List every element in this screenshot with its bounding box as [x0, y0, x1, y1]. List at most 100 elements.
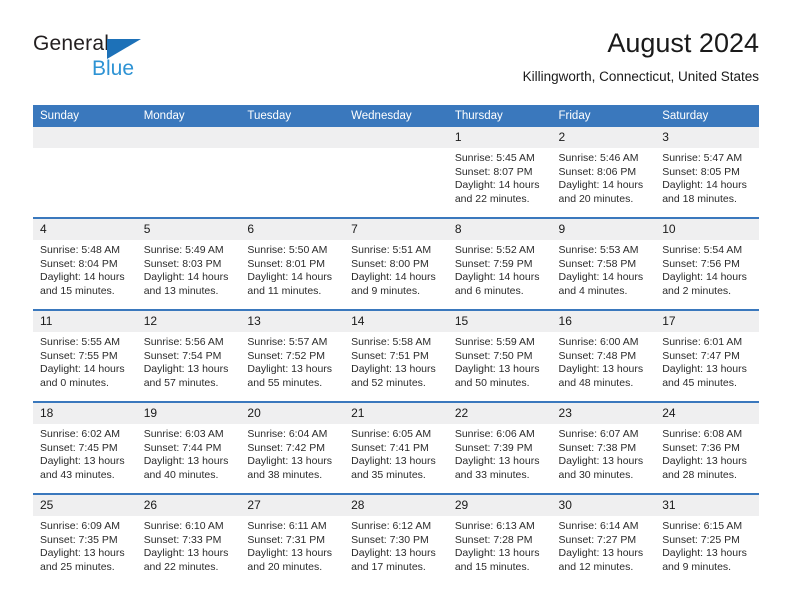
sunrise-text: Sunrise: 6:02 AM	[40, 428, 120, 440]
day-cell-inner: 17 Sunrise: 6:01 AM Sunset: 7:47 PM Dayligh…	[655, 311, 759, 401]
sunset-text: Sunset: 7:42 PM	[247, 441, 326, 454]
daylight-text: Daylight: 13 hours	[143, 455, 229, 468]
day-details: Sunrise: 6:11 AM Sunset: 7:31 PM Daylight:…	[240, 516, 344, 574]
daylight-text: Daylight: 14 hours	[454, 271, 540, 284]
calendar-day-cell[interactable]: 31 Sunrise: 6:15 AM Sunset: 7:25 PM Dayligh…	[655, 493, 759, 585]
day-cell-inner: 14 Sunrise: 5:58 AM Sunset: 7:51 PM Dayligh…	[344, 311, 448, 401]
calendar-day-cell[interactable]: 7 Sunrise: 5:51 AM Sunset: 8:00 PM Daylight…	[344, 217, 448, 310]
weekday-header-wednesday: Wednesday	[344, 105, 448, 127]
weekday-header-thursday: Thursday	[447, 105, 552, 127]
daylight-text: Daylight: 13 hours	[143, 547, 229, 560]
daylight-text: and 17 minutes.	[351, 560, 426, 573]
day-number	[136, 127, 241, 148]
sunset-text: Sunset: 7:35 PM	[40, 533, 118, 546]
calendar-day-cell[interactable]: 21 Sunrise: 6:05 AM Sunset: 7:41 PM Dayligh…	[344, 401, 448, 494]
sunrise-text: Sunrise: 6:07 AM	[558, 428, 639, 440]
daylight-text: Daylight: 14 hours	[40, 363, 125, 376]
day-details: Sunrise: 6:12 AM Sunset: 7:30 PM Daylight:…	[344, 516, 448, 574]
calendar-day-cell[interactable]: 10 Sunrise: 5:54 AM Sunset: 7:56 PM Dayligh…	[655, 217, 759, 310]
daylight-text: and 0 minutes.	[40, 376, 109, 389]
calendar-day-cell[interactable]: 8 Sunrise: 5:52 AM Sunset: 7:59 PM Daylight…	[447, 217, 552, 310]
daylight-text: Daylight: 13 hours	[558, 455, 644, 468]
day-number: 31	[655, 495, 759, 516]
calendar-day-cell[interactable]: 3 Sunrise: 5:47 AM Sunset: 8:05 PM Daylight…	[655, 127, 759, 218]
day-cell-inner: 28 Sunrise: 6:12 AM Sunset: 7:30 PM Dayligh…	[344, 495, 448, 585]
daylight-text: Daylight: 13 hours	[351, 547, 436, 560]
calendar-day-cell[interactable]: 15 Sunrise: 5:59 AM Sunset: 7:50 PM Dayligh…	[447, 309, 552, 402]
sunset-text: Sunset: 7:51 PM	[351, 349, 429, 362]
day-cell-inner: 19 Sunrise: 6:03 AM Sunset: 7:44 PM Dayligh…	[136, 403, 241, 493]
calendar-day-cell[interactable]: 28 Sunrise: 6:12 AM Sunset: 7:30 PM Dayligh…	[344, 493, 448, 585]
sunrise-text: Sunrise: 5:53 AM	[558, 244, 639, 256]
sunset-text: Sunset: 7:44 PM	[143, 441, 222, 454]
calendar-day-cell[interactable]: 14 Sunrise: 5:58 AM Sunset: 7:51 PM Dayligh…	[344, 309, 448, 402]
day-cell-inner: 4 Sunrise: 5:48 AM Sunset: 8:04 PM Daylight…	[33, 219, 137, 309]
calendar-day-cell[interactable]: 18 Sunrise: 6:02 AM Sunset: 7:45 PM Dayligh…	[33, 401, 137, 494]
day-number: 25	[33, 495, 137, 516]
sunset-text: Sunset: 7:47 PM	[662, 349, 740, 362]
calendar-empty-cell	[136, 127, 241, 218]
calendar-day-cell[interactable]: 6 Sunrise: 5:50 AM Sunset: 8:01 PM Daylight…	[240, 217, 345, 310]
day-number: 24	[655, 403, 759, 424]
day-number: 17	[655, 311, 759, 332]
daylight-text: Daylight: 13 hours	[558, 547, 644, 560]
sunrise-text: Sunrise: 5:58 AM	[351, 336, 432, 348]
calendar-day-cell[interactable]: 9 Sunrise: 5:53 AM Sunset: 7:58 PM Daylight…	[551, 217, 656, 310]
sunset-text: Sunset: 8:00 PM	[351, 257, 429, 270]
day-number: 6	[240, 219, 345, 240]
daylight-text: and 35 minutes.	[351, 468, 426, 481]
daylight-text: and 40 minutes.	[143, 468, 219, 481]
daylight-text: and 4 minutes.	[558, 284, 628, 297]
calendar-day-cell[interactable]: 4 Sunrise: 5:48 AM Sunset: 8:04 PM Daylight…	[33, 217, 137, 310]
calendar-day-cell[interactable]: 25 Sunrise: 6:09 AM Sunset: 7:35 PM Dayligh…	[33, 493, 137, 585]
calendar-day-cell[interactable]: 5 Sunrise: 5:49 AM Sunset: 8:03 PM Daylight…	[136, 217, 241, 310]
day-number	[344, 127, 448, 148]
day-cell-inner: 20 Sunrise: 6:04 AM Sunset: 7:42 PM Dayligh…	[240, 403, 345, 493]
day-cell-inner: 27 Sunrise: 6:11 AM Sunset: 7:31 PM Dayligh…	[240, 495, 345, 585]
calendar-day-cell[interactable]: 11 Sunrise: 5:55 AM Sunset: 7:55 PM Dayligh…	[33, 309, 137, 402]
daylight-text: Daylight: 13 hours	[247, 363, 333, 376]
sunrise-text: Sunrise: 6:06 AM	[454, 428, 535, 440]
daylight-text: Daylight: 13 hours	[247, 455, 333, 468]
calendar-week-row: 25 Sunrise: 6:09 AM Sunset: 7:35 PM Dayligh…	[33, 493, 759, 585]
day-number	[240, 127, 345, 148]
sunrise-text: Sunrise: 6:04 AM	[247, 428, 328, 440]
day-cell-inner: 29 Sunrise: 6:13 AM Sunset: 7:28 PM Dayligh…	[447, 495, 552, 585]
calendar-day-cell[interactable]: 29 Sunrise: 6:13 AM Sunset: 7:28 PM Dayligh…	[447, 493, 552, 585]
calendar-day-cell[interactable]: 1 Sunrise: 5:45 AM Sunset: 8:07 PM Daylight…	[447, 127, 552, 218]
calendar-day-cell[interactable]: 27 Sunrise: 6:11 AM Sunset: 7:31 PM Dayligh…	[240, 493, 345, 585]
calendar-day-cell[interactable]: 22 Sunrise: 6:06 AM Sunset: 7:39 PM Dayligh…	[447, 401, 552, 494]
daylight-text: and 13 minutes.	[143, 284, 219, 297]
daylight-text: Daylight: 13 hours	[662, 547, 747, 560]
day-details: Sunrise: 5:53 AM Sunset: 7:58 PM Daylight:…	[552, 240, 656, 298]
general-blue-logo[interactable]: General Blue	[33, 32, 233, 88]
sunset-text: Sunset: 7:50 PM	[454, 349, 533, 362]
calendar-day-cell[interactable]: 23 Sunrise: 6:07 AM Sunset: 7:38 PM Dayligh…	[551, 401, 656, 494]
calendar-day-cell[interactable]: 20 Sunrise: 6:04 AM Sunset: 7:42 PM Dayligh…	[240, 401, 345, 494]
calendar-day-cell[interactable]: 24 Sunrise: 6:08 AM Sunset: 7:36 PM Dayligh…	[655, 401, 759, 494]
calendar-day-cell[interactable]: 12 Sunrise: 5:56 AM Sunset: 7:54 PM Dayligh…	[136, 309, 241, 402]
logo-triangle-icon	[107, 39, 141, 59]
daylight-text: Daylight: 13 hours	[558, 363, 644, 376]
daylight-text: and 38 minutes.	[247, 468, 323, 481]
sunrise-text: Sunrise: 6:05 AM	[351, 428, 432, 440]
daylight-text: and 9 minutes.	[662, 560, 732, 573]
calendar-day-cell[interactable]: 16 Sunrise: 6:00 AM Sunset: 7:48 PM Dayligh…	[551, 309, 656, 402]
calendar-day-cell[interactable]: 2 Sunrise: 5:46 AM Sunset: 8:06 PM Daylight…	[551, 127, 656, 218]
day-number: 22	[447, 403, 552, 424]
daylight-text: Daylight: 13 hours	[40, 547, 125, 560]
calendar-day-cell[interactable]: 17 Sunrise: 6:01 AM Sunset: 7:47 PM Dayligh…	[655, 309, 759, 402]
daylight-text: and 22 minutes.	[454, 192, 530, 205]
day-details: Sunrise: 5:46 AM Sunset: 8:06 PM Daylight:…	[552, 148, 656, 206]
sunrise-text: Sunrise: 6:00 AM	[558, 336, 639, 348]
sunrise-text: Sunrise: 6:09 AM	[40, 520, 120, 532]
calendar-day-cell[interactable]: 19 Sunrise: 6:03 AM Sunset: 7:44 PM Dayligh…	[136, 401, 241, 494]
calendar-day-cell[interactable]: 26 Sunrise: 6:10 AM Sunset: 7:33 PM Dayligh…	[136, 493, 241, 585]
calendar-day-cell[interactable]: 13 Sunrise: 5:57 AM Sunset: 7:52 PM Dayligh…	[240, 309, 345, 402]
page-header: General Blue August 2024 Killingworth, C…	[33, 26, 759, 98]
calendar-day-cell[interactable]: 30 Sunrise: 6:14 AM Sunset: 7:27 PM Dayligh…	[551, 493, 656, 585]
daylight-text: Daylight: 13 hours	[247, 547, 333, 560]
day-details: Sunrise: 6:01 AM Sunset: 7:47 PM Daylight:…	[655, 332, 759, 390]
daylight-text: and 9 minutes.	[351, 284, 420, 297]
daylight-text: and 20 minutes.	[558, 192, 634, 205]
